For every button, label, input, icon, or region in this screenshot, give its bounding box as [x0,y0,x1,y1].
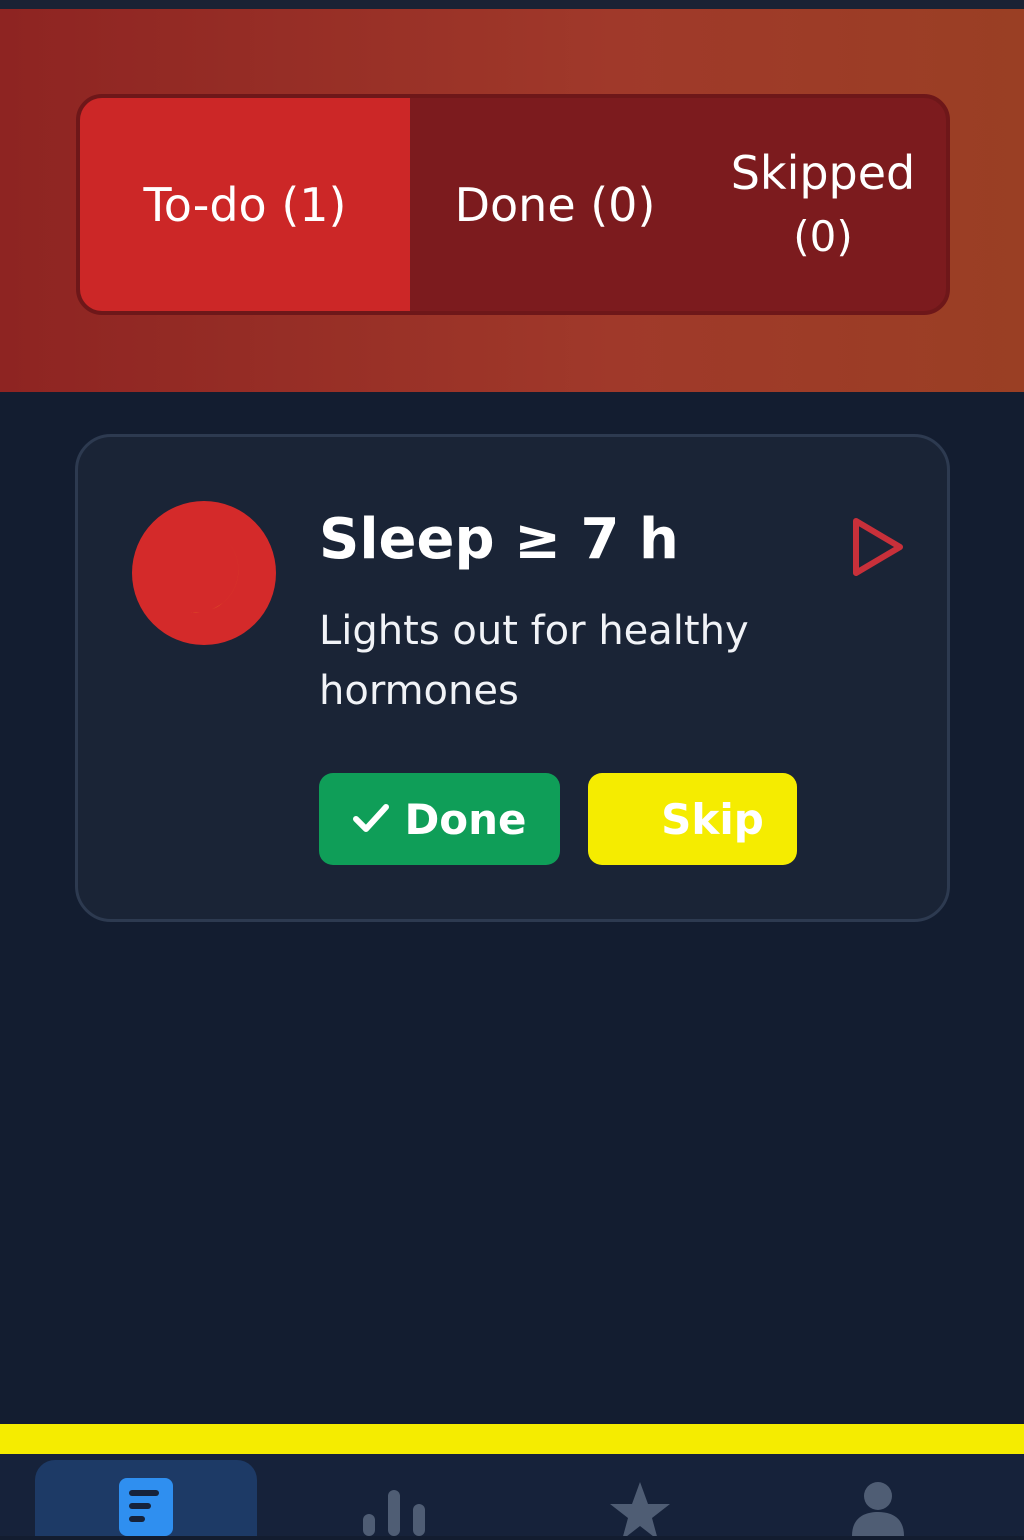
done-button[interactable]: Done [319,773,560,865]
play-icon[interactable] [850,515,906,579]
star-icon [608,1480,672,1540]
list-icon [119,1478,173,1540]
tab-done-label: Done (0) [454,177,656,232]
nav-item-profile[interactable] [768,1454,990,1536]
bottom-nav [0,1454,1024,1540]
nav-item-stats[interactable] [283,1454,505,1536]
divider-bar [0,1424,1024,1454]
header: To-do (1) Done (0) Skipped (0) [0,9,1024,392]
tab-done[interactable]: Done (0) [410,98,700,311]
task-subtitle: Lights out for healthy hormones [319,608,749,714]
task-title: Sleep ≥ 7 h [319,507,679,572]
nav-item-favorites[interactable] [530,1454,752,1540]
tab-skipped-label: Skipped [730,145,916,200]
tab-skipped-count: (0) [793,211,853,261]
tab-switcher: To-do (1) Done (0) Skipped (0) [76,94,950,315]
skip-button-label: Skip [661,794,764,844]
bar-chart-icon [363,1490,427,1540]
skip-button[interactable]: Skip [588,773,797,865]
person-icon [848,1482,908,1540]
nav-item-list[interactable] [35,1460,257,1536]
task-card: Sleep ≥ 7 h Lights out for healthy hormo… [75,434,950,922]
tab-todo[interactable]: To-do (1) [80,98,410,311]
tab-skipped[interactable]: Skipped (0) [700,98,946,311]
moon-icon [132,501,276,645]
status-bar [0,0,1024,9]
check-icon [352,795,390,844]
done-button-label: Done [404,794,527,844]
tab-todo-label: To-do (1) [143,177,347,232]
